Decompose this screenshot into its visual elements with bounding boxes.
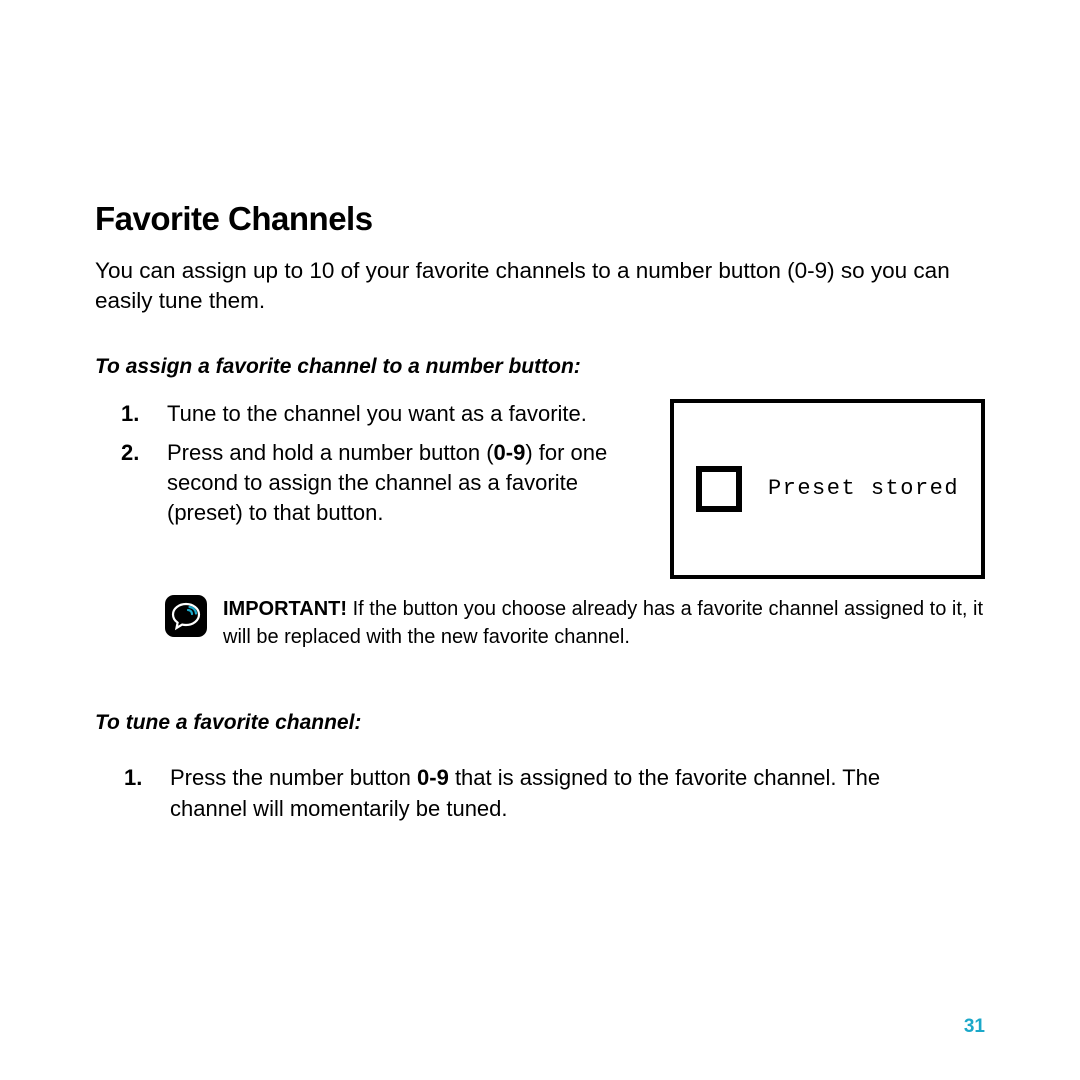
- assign-steps-col: 1. Tune to the channel you want as a fav…: [95, 399, 650, 579]
- list-item: 1. Tune to the channel you want as a fav…: [167, 399, 650, 429]
- list-item: 1. Press the number button 0-9 that is a…: [170, 763, 900, 825]
- tune-steps-list: 1. Press the number button 0-9 that is a…: [95, 763, 985, 825]
- preset-box-icon: [696, 466, 742, 512]
- step-number: 1.: [124, 763, 142, 794]
- important-note: IMPORTANT! If the button you choose alre…: [95, 593, 985, 651]
- assign-subheading: To assign a favorite channel to a number…: [95, 355, 985, 379]
- page-number: 31: [964, 1016, 985, 1038]
- display-preview-col: Preset stored: [670, 399, 985, 579]
- important-text: IMPORTANT! If the button you choose alre…: [223, 593, 985, 651]
- assign-steps-list: 1. Tune to the channel you want as a fav…: [95, 399, 650, 528]
- intro-paragraph: You can assign up to 10 of your favorite…: [95, 256, 985, 317]
- tune-subheading: To tune a favorite channel:: [95, 711, 985, 735]
- list-item: 2. Press and hold a number button (0-9) …: [167, 438, 650, 527]
- step-number: 2.: [121, 438, 139, 468]
- assign-section: 1. Tune to the channel you want as a fav…: [95, 399, 985, 579]
- step-number: 1.: [121, 399, 139, 429]
- speech-important-icon: [165, 595, 207, 637]
- important-label: IMPORTANT!: [223, 598, 347, 620]
- display-message: Preset stored: [768, 476, 959, 501]
- step-text: Tune to the channel you want as a favori…: [167, 401, 587, 426]
- manual-page: Favorite Channels You can assign up to 1…: [0, 0, 1080, 1080]
- step-text: Press and hold a number button (0-9) for…: [167, 440, 607, 524]
- step-text: Press the number button 0-9 that is assi…: [170, 765, 880, 821]
- page-title: Favorite Channels: [95, 200, 985, 238]
- display-preview: Preset stored: [670, 399, 985, 579]
